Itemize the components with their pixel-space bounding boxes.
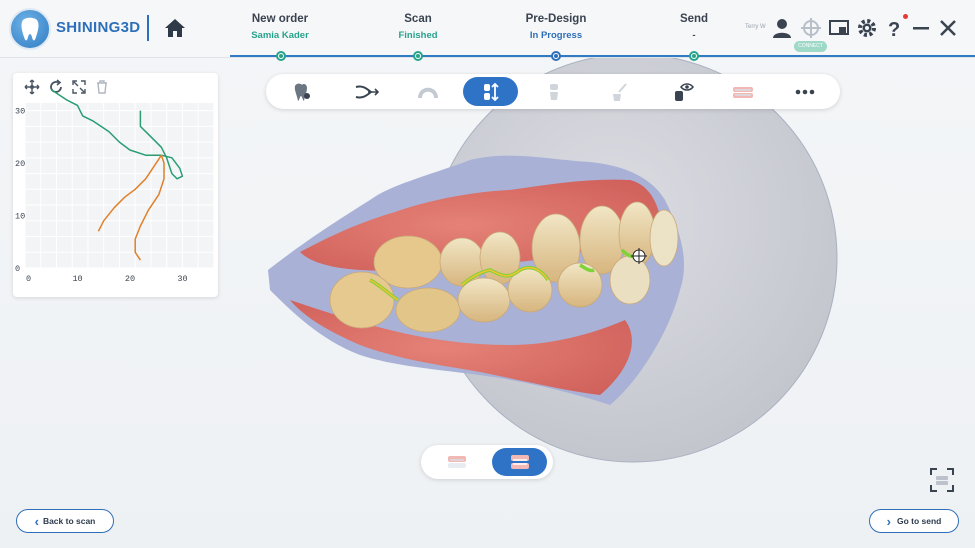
close-icon[interactable]	[937, 17, 959, 39]
step-subtitle: -	[692, 30, 696, 41]
alignment-icon[interactable]	[338, 77, 393, 106]
gear-icon[interactable]	[856, 17, 878, 39]
back-to-scan-button[interactable]: ‹ Back to scan	[16, 509, 114, 533]
x-tick-label: 20	[125, 274, 135, 284]
shining3d-logo	[9, 8, 51, 50]
design-toolbar	[266, 74, 840, 109]
occlusion-contact-line-inner	[369, 267, 549, 301]
step-title: Pre-Design	[525, 13, 587, 25]
y-tick-label: 10	[15, 212, 25, 222]
step-title: New order	[251, 13, 309, 25]
title-bar: SHINING3D New order Samia Kader Scan Fin…	[0, 0, 975, 58]
single-jaw-icon[interactable]	[429, 448, 484, 476]
jaw-view-icon[interactable]	[715, 77, 770, 106]
chevron-left-icon: ‹	[34, 513, 39, 529]
minimize-icon[interactable]	[910, 17, 932, 39]
tooth-icon[interactable]	[526, 77, 581, 106]
occlusion-contact-line	[369, 248, 641, 302]
help-icon[interactable]: ?	[884, 17, 906, 41]
step-pre-design[interactable]: Pre-Design In Progress	[496, 13, 616, 41]
user-name: Terry W	[745, 24, 766, 30]
scan-edge	[268, 155, 685, 405]
y-tick-label: 0	[15, 264, 20, 274]
step-scan[interactable]: Scan Finished	[358, 13, 478, 41]
connection-status-pill: CONNECT	[794, 41, 827, 52]
step-new-order[interactable]: New order Samia Kader	[220, 13, 340, 41]
visibility-icon[interactable]	[654, 77, 709, 106]
step-dot-send	[689, 51, 699, 61]
step-dot-pre-design	[551, 51, 561, 61]
brand-name: SHINING3D	[56, 19, 141, 36]
svg-text:?: ?	[888, 19, 900, 39]
step-send[interactable]: Send -	[634, 13, 754, 41]
upper-teeth	[373, 201, 679, 289]
brush-icon[interactable]	[590, 77, 645, 106]
jaw-view-toggle	[421, 445, 553, 479]
arch-icon[interactable]	[400, 77, 455, 106]
home-icon[interactable]	[163, 16, 187, 40]
x-tick-label: 0	[26, 274, 31, 284]
step-subtitle: Finished	[398, 30, 438, 41]
chevron-right-icon: ›	[886, 513, 891, 529]
x-tick-label: 10	[72, 274, 82, 284]
step-subtitle: Samia Kader	[251, 30, 309, 41]
go-to-send-button[interactable]: › Go to send	[869, 509, 959, 533]
step-title: Scan	[404, 13, 432, 25]
screen-icon[interactable]	[828, 17, 850, 39]
x-tick-label: 30	[177, 274, 187, 284]
crosshair-cursor	[631, 248, 647, 264]
workflow-progress-line	[230, 55, 975, 57]
brand-divider	[147, 15, 149, 41]
upper-gum	[300, 179, 662, 271]
curve-chart[interactable]: 0 10 20 30 0 10 20 30	[13, 73, 218, 297]
y-tick-label: 20	[15, 159, 25, 169]
rotation-sphere	[428, 53, 838, 463]
both-jaws-icon[interactable]	[492, 448, 547, 476]
user-icon[interactable]	[771, 17, 793, 39]
lower-teeth	[329, 255, 651, 333]
curve-chart-panel: 0 10 20 30 0 10 20 30	[13, 73, 218, 297]
step-title: Send	[679, 13, 709, 25]
fit-view-icon[interactable]	[929, 467, 955, 493]
bite-adjust-icon[interactable]	[463, 77, 518, 106]
go-to-send-label: Go to send	[896, 516, 942, 526]
y-tick-label: 30	[15, 107, 25, 117]
target-icon[interactable]	[800, 17, 822, 39]
step-subtitle: In Progress	[529, 30, 583, 41]
step-dot-new-order	[276, 51, 286, 61]
tooth-pin-icon[interactable]	[274, 77, 329, 106]
more-icon[interactable]	[777, 77, 832, 106]
step-dot-scan	[413, 51, 423, 61]
notification-dot	[903, 14, 908, 19]
back-to-scan-label: Back to scan	[42, 516, 96, 526]
lower-gum	[290, 300, 632, 395]
